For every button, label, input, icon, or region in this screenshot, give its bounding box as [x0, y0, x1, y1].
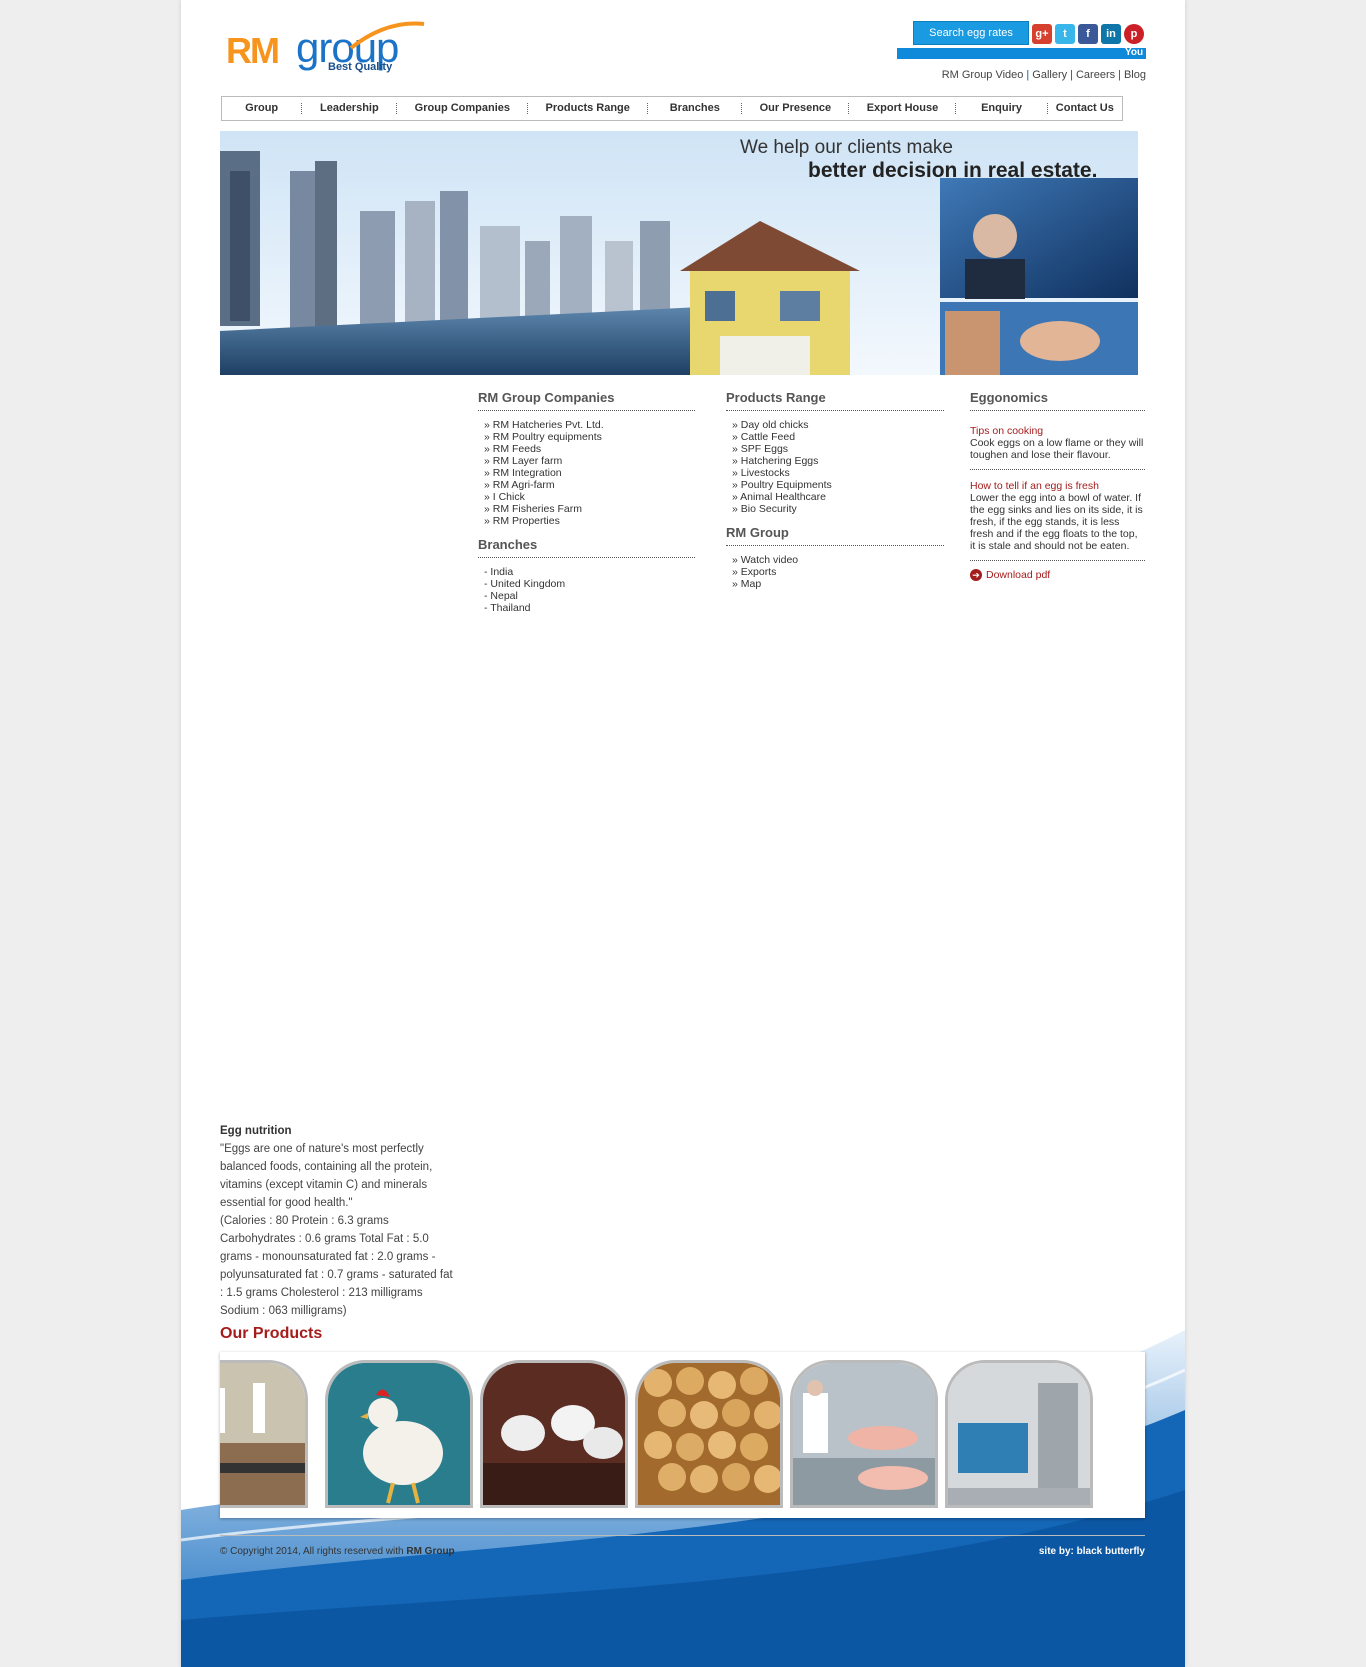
nav-item-contact-us[interactable]: Contact Us [1048, 103, 1122, 114]
rm-group-list: » Watch video » Exports » Map [732, 554, 944, 590]
tip-cooking-text: Cook eggs on a low flame or they will to… [970, 437, 1144, 461]
top-link-careers[interactable]: Careers [1076, 69, 1115, 81]
product-range-link[interactable]: » SPF Eggs [732, 443, 944, 455]
products-carousel [220, 1352, 1145, 1518]
download-pdf-link[interactable]: ➔ Download pdf [970, 569, 1145, 581]
company-link[interactable]: » RM Properties [484, 515, 695, 527]
ticker-bar [897, 48, 1146, 59]
products-range-column: Products Range » Day old chicks » Cattle… [726, 390, 944, 590]
ticker-text: You [1125, 47, 1144, 58]
companies-title: RM Group Companies [478, 390, 695, 411]
arrow-right-icon: ➔ [970, 569, 982, 581]
product-range-link[interactable]: » Bio Security [732, 503, 944, 515]
logo-swoosh-icon [349, 21, 425, 50]
company-link[interactable]: » RM Hatcheries Pvt. Ltd. [484, 419, 695, 431]
google-plus-icon[interactable]: g+ [1032, 24, 1052, 44]
tip-cooking-title[interactable]: Tips on cooking [970, 425, 1145, 437]
branch-link[interactable]: - Nepal [484, 590, 695, 602]
page-container: RM group Best Quality Search egg rates g… [181, 0, 1185, 1667]
nav-item-group-companies[interactable]: Group Companies [397, 103, 529, 114]
nav-item-enquiry[interactable]: Enquiry [956, 103, 1048, 114]
nav-item-branches[interactable]: Branches [648, 103, 743, 114]
site-credit-link[interactable]: site by: black butterfly [981, 1546, 1145, 1557]
rm-group-logo[interactable]: RM group Best Quality [226, 18, 426, 78]
product-range-link[interactable]: » Day old chicks [732, 419, 944, 431]
rm-group-link[interactable]: » Exports [732, 566, 944, 578]
product-range-link[interactable]: » Hatchering Eggs [732, 455, 944, 467]
product-range-link[interactable]: » Poultry Equipments [732, 479, 944, 491]
rm-group-title: RM Group [726, 525, 944, 546]
company-link[interactable]: » RM Layer farm [484, 455, 695, 467]
company-link[interactable]: » RM Feeds [484, 443, 695, 455]
top-link-blog[interactable]: Blog [1124, 69, 1146, 81]
rm-group-link[interactable]: » Watch video [732, 554, 944, 566]
banner-line2: better decision in real estate. [808, 159, 1098, 182]
footer-divider [220, 1535, 1145, 1536]
facebook-icon[interactable]: f [1078, 24, 1098, 44]
top-link-gallery[interactable]: Gallery [1032, 69, 1067, 81]
nav-item-group[interactable]: Group [222, 103, 303, 114]
egg-nutrition-facts: (Calories : 80 Protein : 6.3 grams Carbo… [220, 1215, 453, 1317]
product-range-link[interactable]: » Cattle Feed [732, 431, 944, 443]
rm-group-link[interactable]: » Map [732, 578, 944, 590]
egg-nutrition-title: Egg nutrition [220, 1125, 292, 1137]
product-image-factory-line[interactable] [220, 1360, 308, 1508]
nav-item-leadership[interactable]: Leadership [302, 103, 398, 114]
branch-link[interactable]: - Thailand [484, 602, 695, 614]
branch-link[interactable]: - United Kingdom [484, 578, 695, 590]
companies-list: » RM Hatcheries Pvt. Ltd. » RM Poultry e… [484, 419, 695, 527]
products-range-list: » Day old chicks » Cattle Feed » SPF Egg… [732, 419, 944, 515]
twitter-icon[interactable]: t [1055, 24, 1075, 44]
tip-fresh-title[interactable]: How to tell if an egg is fresh [970, 480, 1145, 492]
copyright-text: © Copyright 2014, All rights reserved wi… [220, 1546, 455, 1557]
hero-banner: We help our clients make better decision… [220, 131, 1138, 375]
branches-title: Branches [478, 537, 695, 558]
product-image-broiler-chicken[interactable] [325, 1360, 473, 1508]
branch-link[interactable]: - India [484, 566, 695, 578]
company-link[interactable]: » RM Integration [484, 467, 695, 479]
search-egg-rates-button[interactable]: Search egg rates [913, 21, 1029, 45]
eggonomics-column: Eggonomics Tips on cooking Cook eggs on … [970, 390, 1145, 581]
copyright-prefix: © Copyright 2014, All rights reserved wi… [220, 1546, 407, 1557]
logo-rm: RM [226, 30, 280, 71]
main-navigation: Group Leadership Group Companies Product… [221, 96, 1123, 121]
product-image-processing-plant[interactable] [790, 1360, 938, 1508]
banner-line1: We help our clients make [740, 137, 953, 158]
egg-nutrition-block: Egg nutrition "Eggs are one of nature's … [220, 1122, 455, 1320]
companies-column: RM Group Companies » RM Hatcheries Pvt. … [478, 390, 695, 614]
eggonomics-title: Eggonomics [970, 390, 1145, 411]
linkedin-icon[interactable]: in [1101, 24, 1121, 44]
logo-tagline: Best Quality [328, 61, 393, 73]
top-link-video[interactable]: RM Group Video [942, 69, 1024, 81]
product-image-soybeans[interactable] [635, 1360, 783, 1508]
tip-fresh-text: Lower the egg into a bowl of water. If t… [970, 492, 1143, 552]
egg-nutrition-quote: "Eggs are one of nature's most perfectly… [220, 1143, 433, 1209]
egg-tip-fresh: How to tell if an egg is fresh Lower the… [970, 470, 1145, 561]
product-image-caged-layers[interactable] [480, 1360, 628, 1508]
egg-tip-cooking: Tips on cooking Cook eggs on a low flame… [970, 415, 1145, 470]
nav-item-export-house[interactable]: Export House [849, 103, 957, 114]
company-link[interactable]: » RM Agri-farm [484, 479, 695, 491]
branches-list: - India - United Kingdom - Nepal - Thail… [484, 566, 695, 614]
top-links: RM Group Video | Gallery | Careers | Blog [941, 69, 1146, 81]
pinterest-icon[interactable]: p [1124, 24, 1144, 44]
company-link[interactable]: » I Chick [484, 491, 695, 503]
product-range-link[interactable]: » Animal Healthcare [732, 491, 944, 503]
download-pdf-label: Download pdf [986, 569, 1051, 581]
nav-item-our-presence[interactable]: Our Presence [742, 103, 850, 114]
product-range-link[interactable]: » Livestocks [732, 467, 944, 479]
product-image-equipment[interactable] [945, 1360, 1093, 1508]
our-products-title: Our Products [220, 1325, 323, 1342]
company-link[interactable]: » RM Fisheries Farm [484, 503, 695, 515]
copyright-brand: RM Group [406, 1546, 455, 1557]
products-range-title: Products Range [726, 390, 944, 411]
nav-item-products-range[interactable]: Products Range [528, 103, 649, 114]
company-link[interactable]: » RM Poultry equipments [484, 431, 695, 443]
